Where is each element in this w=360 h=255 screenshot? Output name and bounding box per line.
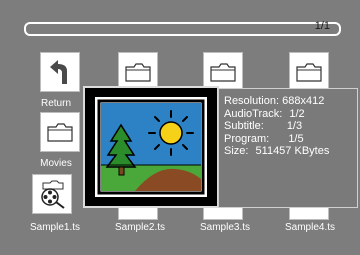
return-arrow-icon — [50, 60, 67, 84]
media-browser-screen: 1/1 Return Movies Sample1.ts Sample2.ts … — [0, 0, 360, 255]
sample1-label: Sample1.ts — [29, 222, 81, 233]
info-resolution: Resolution: 688x412 — [224, 95, 325, 107]
movies-folder-tile[interactable] — [40, 112, 80, 152]
return-tile[interactable] — [40, 52, 80, 92]
folder-icon — [125, 63, 151, 82]
info-size: Size: 511457 KBytes — [224, 145, 330, 157]
info-program: Program: 1/5 — [224, 132, 304, 145]
sample1-file-tile[interactable] — [32, 174, 72, 214]
file-info-panel: Resolution: 688x412 AudioTrack: 1/2 Subt… — [218, 88, 358, 208]
folder-tile-4[interactable] — [289, 52, 329, 92]
sample3-label: Sample3.ts — [199, 222, 251, 233]
folder-icon — [296, 63, 322, 82]
info-audiotrack: AudioTrack: 1/2 — [224, 107, 305, 120]
landscape-picture-icon — [97, 99, 205, 195]
film-reel-icon — [41, 180, 65, 209]
preview-thumbnail — [83, 86, 219, 208]
sample2-label: Sample2.ts — [114, 222, 166, 233]
path-bar — [24, 22, 341, 36]
page-indicator: 1/1 — [314, 20, 330, 32]
folder-icon — [210, 63, 236, 82]
folder-icon — [47, 123, 73, 142]
info-subtitle: Subtitle: 1/3 — [224, 120, 303, 132]
sample4-label: Sample4.ts — [284, 222, 336, 233]
